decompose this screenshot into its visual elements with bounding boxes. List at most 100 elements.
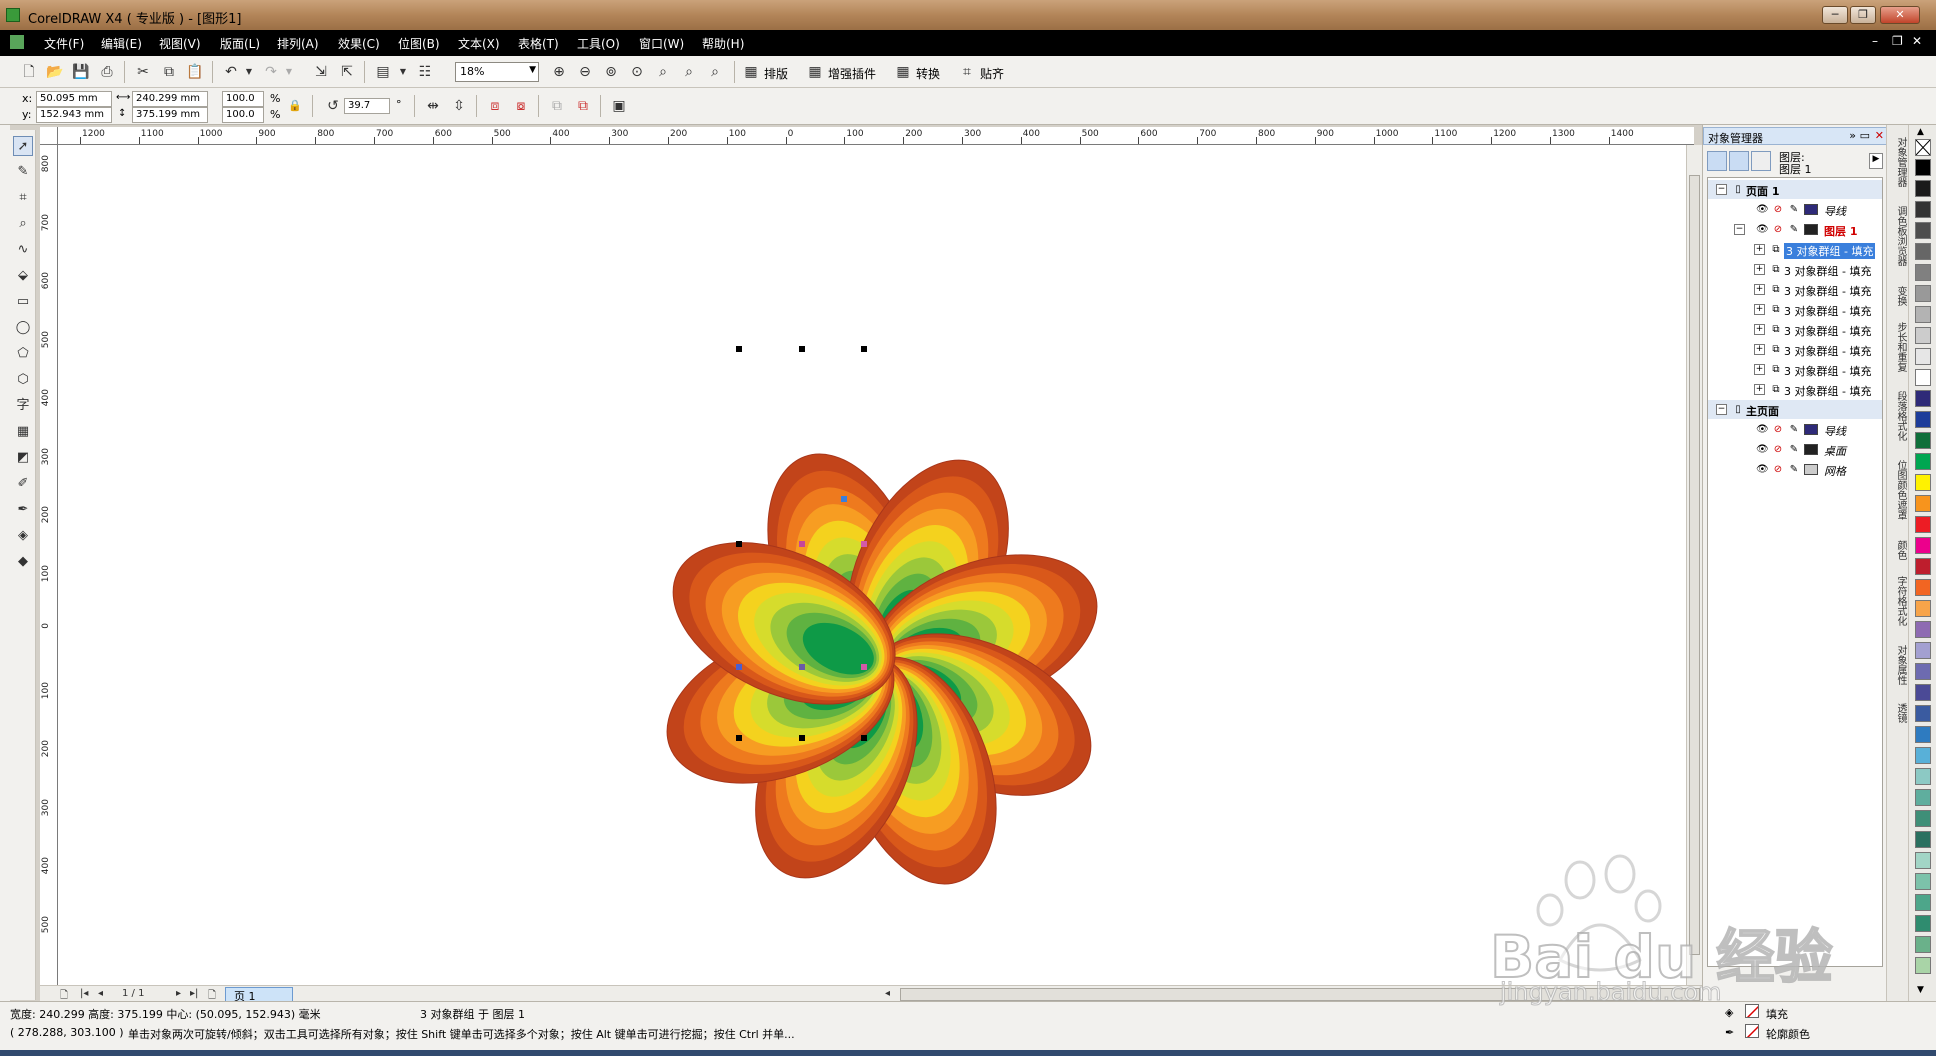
restore-button[interactable]: ❐	[1850, 6, 1876, 24]
tree-expander-icon[interactable]: +	[1754, 304, 1765, 315]
plugins-icon[interactable]: ▦	[806, 63, 824, 81]
palette-color-swatch[interactable]	[1915, 768, 1931, 785]
horizontal-ruler[interactable]: 1200 1100 1000 900 800 700 600 500 400 300 200 100 0…	[58, 127, 1694, 145]
ruler-origin[interactable]	[40, 127, 58, 145]
fill-bucket-icon[interactable]: ◈	[1725, 1006, 1733, 1019]
node-marker[interactable]	[736, 664, 742, 670]
menu-file[interactable]: 文件(F)	[44, 35, 84, 52]
tree-object-group[interactable]: + ⧉ 3 对象群组 - 填充	[1708, 320, 1882, 339]
palette-color-swatch[interactable]	[1915, 684, 1931, 701]
drawing-canvas[interactable]	[58, 145, 1686, 985]
open-icon[interactable]: 📂	[46, 63, 64, 81]
selection-handle[interactable]	[736, 541, 742, 547]
print-toggle-icon[interactable]: ⊘	[1772, 464, 1784, 476]
visibility-eye-icon[interactable]: 👁	[1756, 444, 1769, 456]
menu-layout[interactable]: 版面(L)	[220, 35, 260, 52]
palette-color-swatch[interactable]	[1915, 915, 1931, 932]
tree-object-group[interactable]: + ⧉ 3 对象群组 - 填充	[1708, 340, 1882, 359]
palette-color-swatch[interactable]	[1915, 936, 1931, 953]
zoom-width-icon[interactable]: ⌕	[680, 63, 698, 81]
docker-collapse-icon[interactable]: »	[1849, 129, 1856, 142]
pick-tool-icon[interactable]: ➚	[13, 136, 33, 156]
selection-handle[interactable]	[799, 735, 805, 741]
undo-icon[interactable]: ↶	[222, 63, 240, 81]
edit-pencil-icon[interactable]: ✎	[1788, 464, 1800, 476]
menu-bitmaps[interactable]: 位图(B)	[398, 35, 440, 52]
node-marker[interactable]	[861, 541, 867, 547]
crop-tool-icon[interactable]: ⌗	[13, 188, 33, 208]
outline-pen-icon[interactable]: ✒	[1725, 1026, 1734, 1039]
layer-color-swatch[interactable]	[1804, 204, 1818, 215]
zoom-height-icon[interactable]: ⌕	[706, 63, 724, 81]
rotation-angle-field[interactable]: 39.7	[344, 98, 390, 114]
print-toggle-icon[interactable]: ⊘	[1772, 204, 1784, 216]
mdi-restore-icon[interactable]: ❐	[1892, 34, 1903, 48]
tree-layer-1[interactable]: − 👁 ⊘ ✎ 图层 1	[1708, 220, 1882, 239]
palette-color-swatch[interactable]	[1915, 537, 1931, 554]
docker-menu-arrow-icon[interactable]: ▶	[1869, 153, 1883, 169]
shape-tool-icon[interactable]: ✎	[13, 162, 33, 182]
horizontal-scrollbar[interactable]	[900, 988, 1700, 1001]
selection-handle[interactable]	[799, 346, 805, 352]
selection-handle[interactable]	[736, 735, 742, 741]
palette-color-swatch[interactable]	[1915, 264, 1931, 281]
snap-button[interactable]: 贴齐	[980, 65, 1004, 82]
text-tool-icon[interactable]: 字	[13, 396, 33, 416]
palette-color-swatch[interactable]	[1915, 810, 1931, 827]
freehand-tool-icon[interactable]: ∿	[13, 240, 33, 260]
tree-master-page[interactable]: − ▯ 主页面	[1708, 400, 1882, 419]
visibility-eye-icon[interactable]: 👁	[1756, 204, 1769, 216]
print-icon[interactable]: ⎙	[98, 63, 116, 81]
redo-icon[interactable]: ↷	[262, 63, 280, 81]
palette-scroll-up-icon[interactable]: ▲	[1917, 127, 1924, 137]
zoom-level-select[interactable]: 18% ▼	[455, 62, 539, 82]
palette-color-swatch[interactable]	[1915, 705, 1931, 722]
palette-color-swatch[interactable]	[1915, 243, 1931, 260]
show-properties-icon[interactable]	[1707, 151, 1727, 171]
tree-expander-icon[interactable]: +	[1754, 264, 1765, 275]
new-document-icon[interactable]: 🗋	[20, 63, 38, 81]
palette-color-swatch[interactable]	[1915, 642, 1931, 659]
palette-color-swatch[interactable]	[1915, 558, 1931, 575]
palette-color-swatch[interactable]	[1915, 957, 1931, 974]
edit-pencil-icon[interactable]: ✎	[1788, 444, 1800, 456]
node-marker[interactable]	[799, 664, 805, 670]
tree-master-guides[interactable]: 👁 ⊘ ✎ 导线	[1708, 420, 1882, 439]
menu-text[interactable]: 文本(X)	[458, 35, 500, 52]
mirror-vertical-icon[interactable]: ⇳	[450, 97, 468, 115]
zoom-page-icon[interactable]: ⌕	[654, 63, 672, 81]
layer-color-swatch[interactable]	[1804, 424, 1818, 435]
palette-color-swatch[interactable]	[1915, 159, 1931, 176]
palette-color-swatch[interactable]	[1915, 453, 1931, 470]
outline-none-swatch[interactable]	[1745, 1024, 1759, 1038]
document-icon[interactable]	[10, 35, 24, 49]
close-button[interactable]: ✕	[1880, 6, 1920, 24]
palette-color-swatch[interactable]	[1915, 432, 1931, 449]
import-icon[interactable]: ⇲	[312, 63, 330, 81]
cut-icon[interactable]: ✂	[134, 63, 152, 81]
zoom-selected-icon[interactable]: ⊚	[602, 63, 620, 81]
selection-handle[interactable]	[861, 346, 867, 352]
flower-drawing[interactable]	[58, 145, 1686, 985]
tree-grid[interactable]: 👁 ⊘ ✎ 网格	[1708, 460, 1882, 479]
tree-object-group[interactable]: + ⧉ 3 对象群组 - 填充	[1708, 260, 1882, 279]
palette-color-swatch[interactable]	[1915, 873, 1931, 890]
interactive-fill-tool-icon[interactable]: ◆	[13, 552, 33, 572]
palette-color-swatch[interactable]	[1915, 516, 1931, 533]
docker-tab[interactable]: 字符格式化	[1890, 576, 1906, 626]
menu-tools[interactable]: 工具(O)	[577, 35, 620, 52]
zoom-out-icon[interactable]: ⊖	[576, 63, 594, 81]
selection-handle[interactable]	[736, 346, 742, 352]
print-toggle-icon[interactable]: ⊘	[1772, 444, 1784, 456]
redo-dropdown-icon[interactable]: ▼	[280, 63, 298, 81]
menu-window[interactable]: 窗口(W)	[639, 35, 684, 52]
tree-expander-icon[interactable]: +	[1754, 324, 1765, 335]
tree-desktop[interactable]: 👁 ⊘ ✎ 桌面	[1708, 440, 1882, 459]
menu-edit[interactable]: 编辑(E)	[101, 35, 142, 52]
palette-color-swatch[interactable]	[1915, 579, 1931, 596]
layout-icon[interactable]: ▦	[742, 63, 760, 81]
basic-shapes-tool-icon[interactable]: ⬡	[13, 370, 33, 390]
node-marker[interactable]	[799, 541, 805, 547]
convert-icon[interactable]: ▦	[894, 63, 912, 81]
eyedropper-tool-icon[interactable]: ✐	[13, 474, 33, 494]
